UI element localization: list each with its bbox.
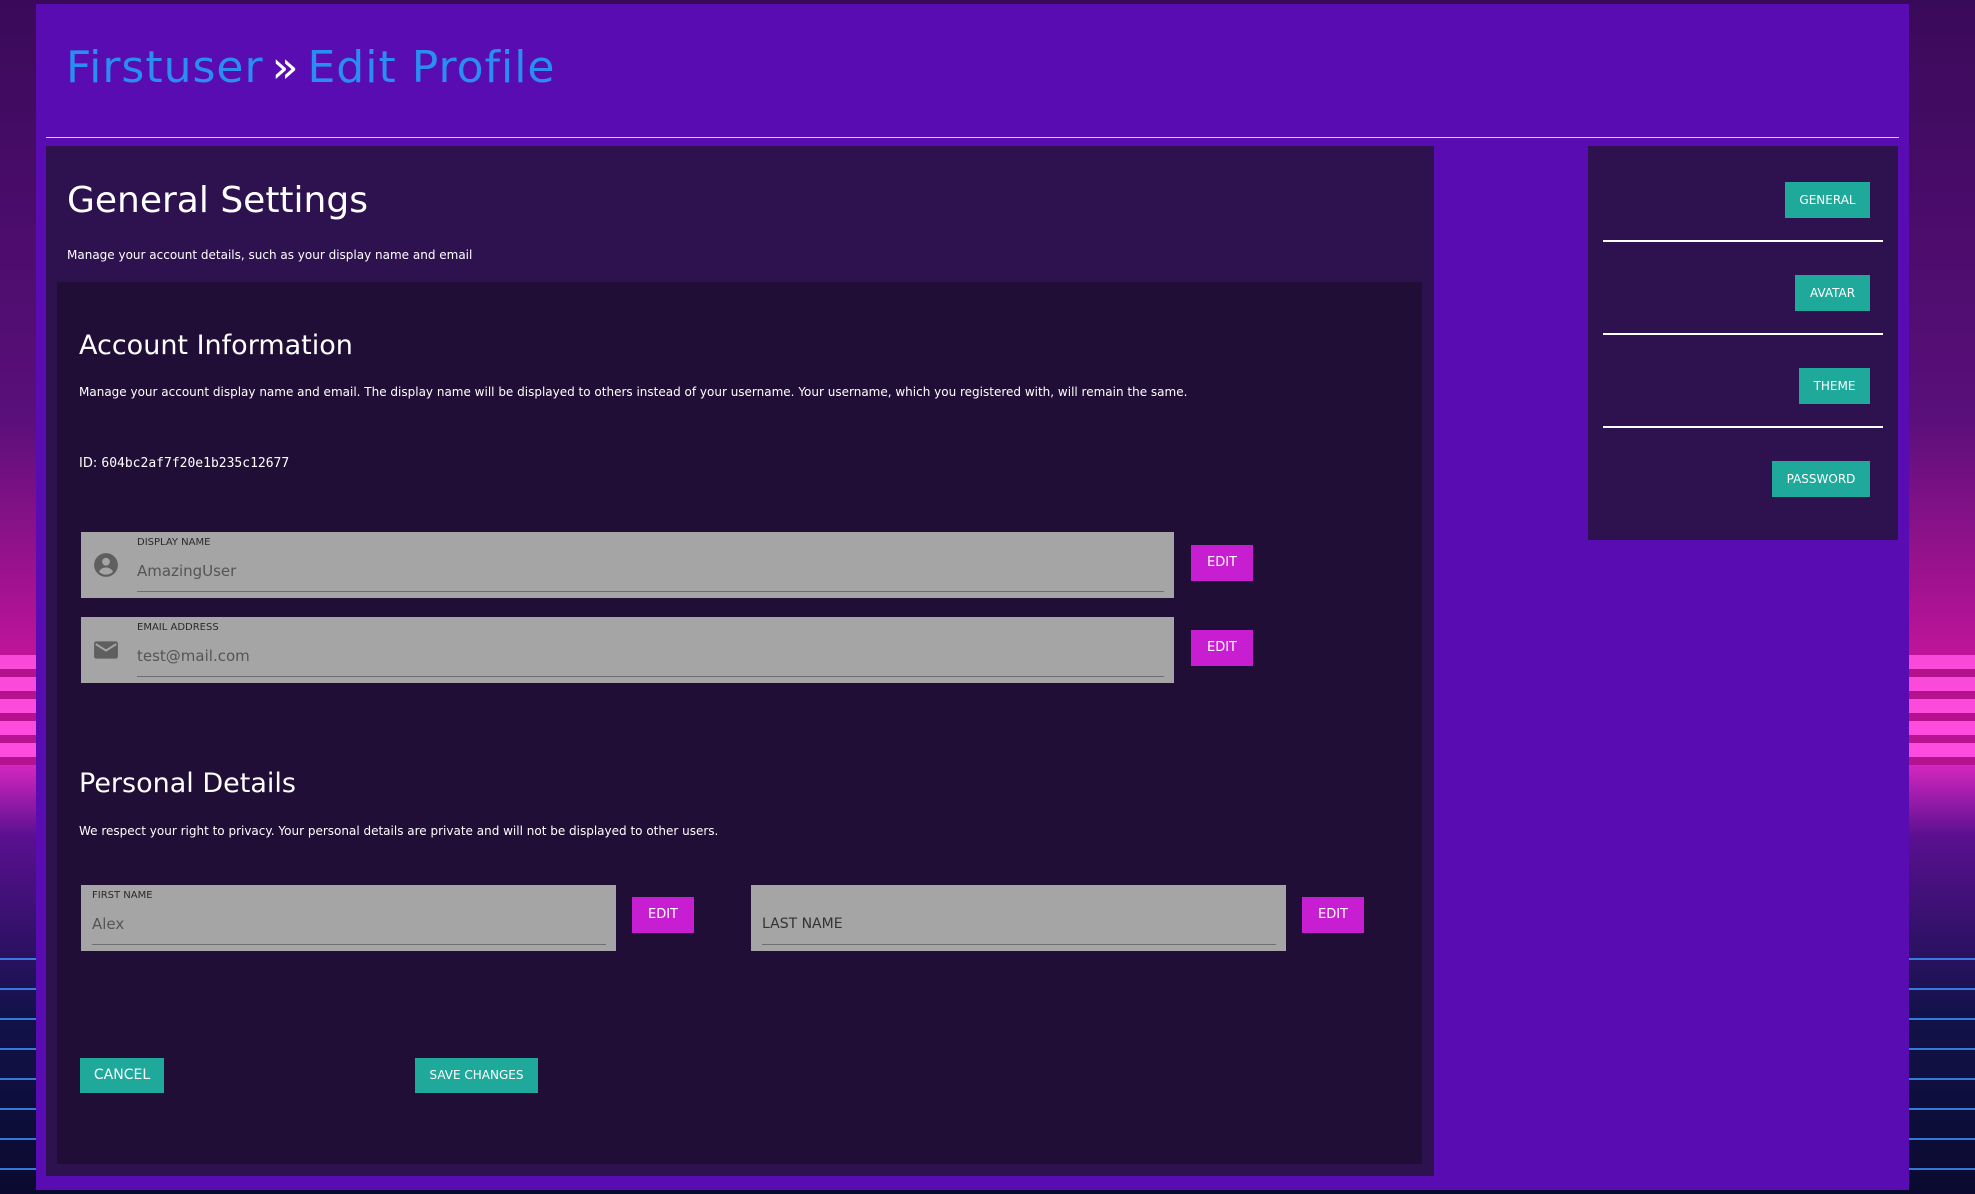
edit-email-button[interactable]: EDIT	[1191, 630, 1253, 666]
account-id: ID: 604bc2af7f20e1b235c12677	[79, 456, 289, 471]
account-section-description: Manage your account display name and ema…	[79, 385, 1188, 399]
first-name-label: FIRST NAME	[92, 890, 153, 901]
general-settings-panel: General Settings Manage your account det…	[46, 146, 1434, 1176]
breadcrumb-page: Edit Profile	[307, 42, 556, 93]
nav-avatar-button[interactable]: AVATAR	[1795, 275, 1870, 311]
header-divider	[46, 137, 1899, 138]
settings-subtitle: Manage your account details, such as you…	[67, 248, 473, 262]
email-label: EMAIL ADDRESS	[137, 622, 219, 633]
page-title: Firstuser» Edit Profile	[66, 42, 556, 93]
mail-icon	[94, 641, 118, 659]
nav-divider	[1603, 333, 1883, 335]
display-name-underline	[137, 591, 1164, 592]
email-input[interactable]: test@mail.com	[137, 647, 250, 665]
email-field[interactable]: EMAIL ADDRESS test@mail.com	[81, 617, 1174, 683]
settings-title: General Settings	[67, 180, 368, 221]
nav-divider	[1603, 240, 1883, 242]
display-name-input[interactable]: AmazingUser	[137, 562, 236, 580]
display-name-label: DISPLAY NAME	[137, 537, 211, 548]
edit-first-name-button[interactable]: EDIT	[632, 897, 694, 933]
last-name-field[interactable]: LAST NAME	[751, 885, 1286, 951]
nav-general-button[interactable]: GENERAL	[1785, 182, 1870, 218]
account-id-label: ID:	[79, 456, 98, 471]
personal-section-title: Personal Details	[79, 768, 296, 799]
nav-theme-button[interactable]: THEME	[1799, 368, 1870, 404]
edit-display-name-button[interactable]: EDIT	[1191, 545, 1253, 581]
settings-form: Account Information Manage your account …	[57, 282, 1422, 1164]
personal-section-description: We respect your right to privacy. Your p…	[79, 824, 719, 838]
settings-nav-panel: GENERAL AVATAR THEME PASSWORD	[1588, 146, 1898, 540]
first-name-underline	[92, 944, 606, 945]
app-frame: Firstuser» Edit Profile General Settings …	[36, 4, 1909, 1190]
last-name-underline	[762, 944, 1276, 945]
last-name-label: LAST NAME	[762, 916, 843, 932]
edit-last-name-button[interactable]: EDIT	[1302, 897, 1364, 933]
save-changes-button[interactable]: SAVE CHANGES	[415, 1058, 538, 1093]
account-circle-icon	[94, 553, 118, 577]
email-underline	[137, 676, 1164, 677]
nav-password-button[interactable]: PASSWORD	[1772, 461, 1870, 497]
account-section-title: Account Information	[79, 330, 353, 361]
first-name-field[interactable]: FIRST NAME Alex	[81, 885, 616, 951]
nav-divider	[1603, 426, 1883, 428]
account-id-value: 604bc2af7f20e1b235c12677	[101, 456, 290, 471]
first-name-input[interactable]: Alex	[92, 915, 124, 933]
cancel-button[interactable]: CANCEL	[80, 1058, 164, 1093]
breadcrumb-separator: »	[271, 42, 300, 93]
display-name-field[interactable]: DISPLAY NAME AmazingUser	[81, 532, 1174, 598]
breadcrumb-user[interactable]: Firstuser	[66, 42, 264, 93]
